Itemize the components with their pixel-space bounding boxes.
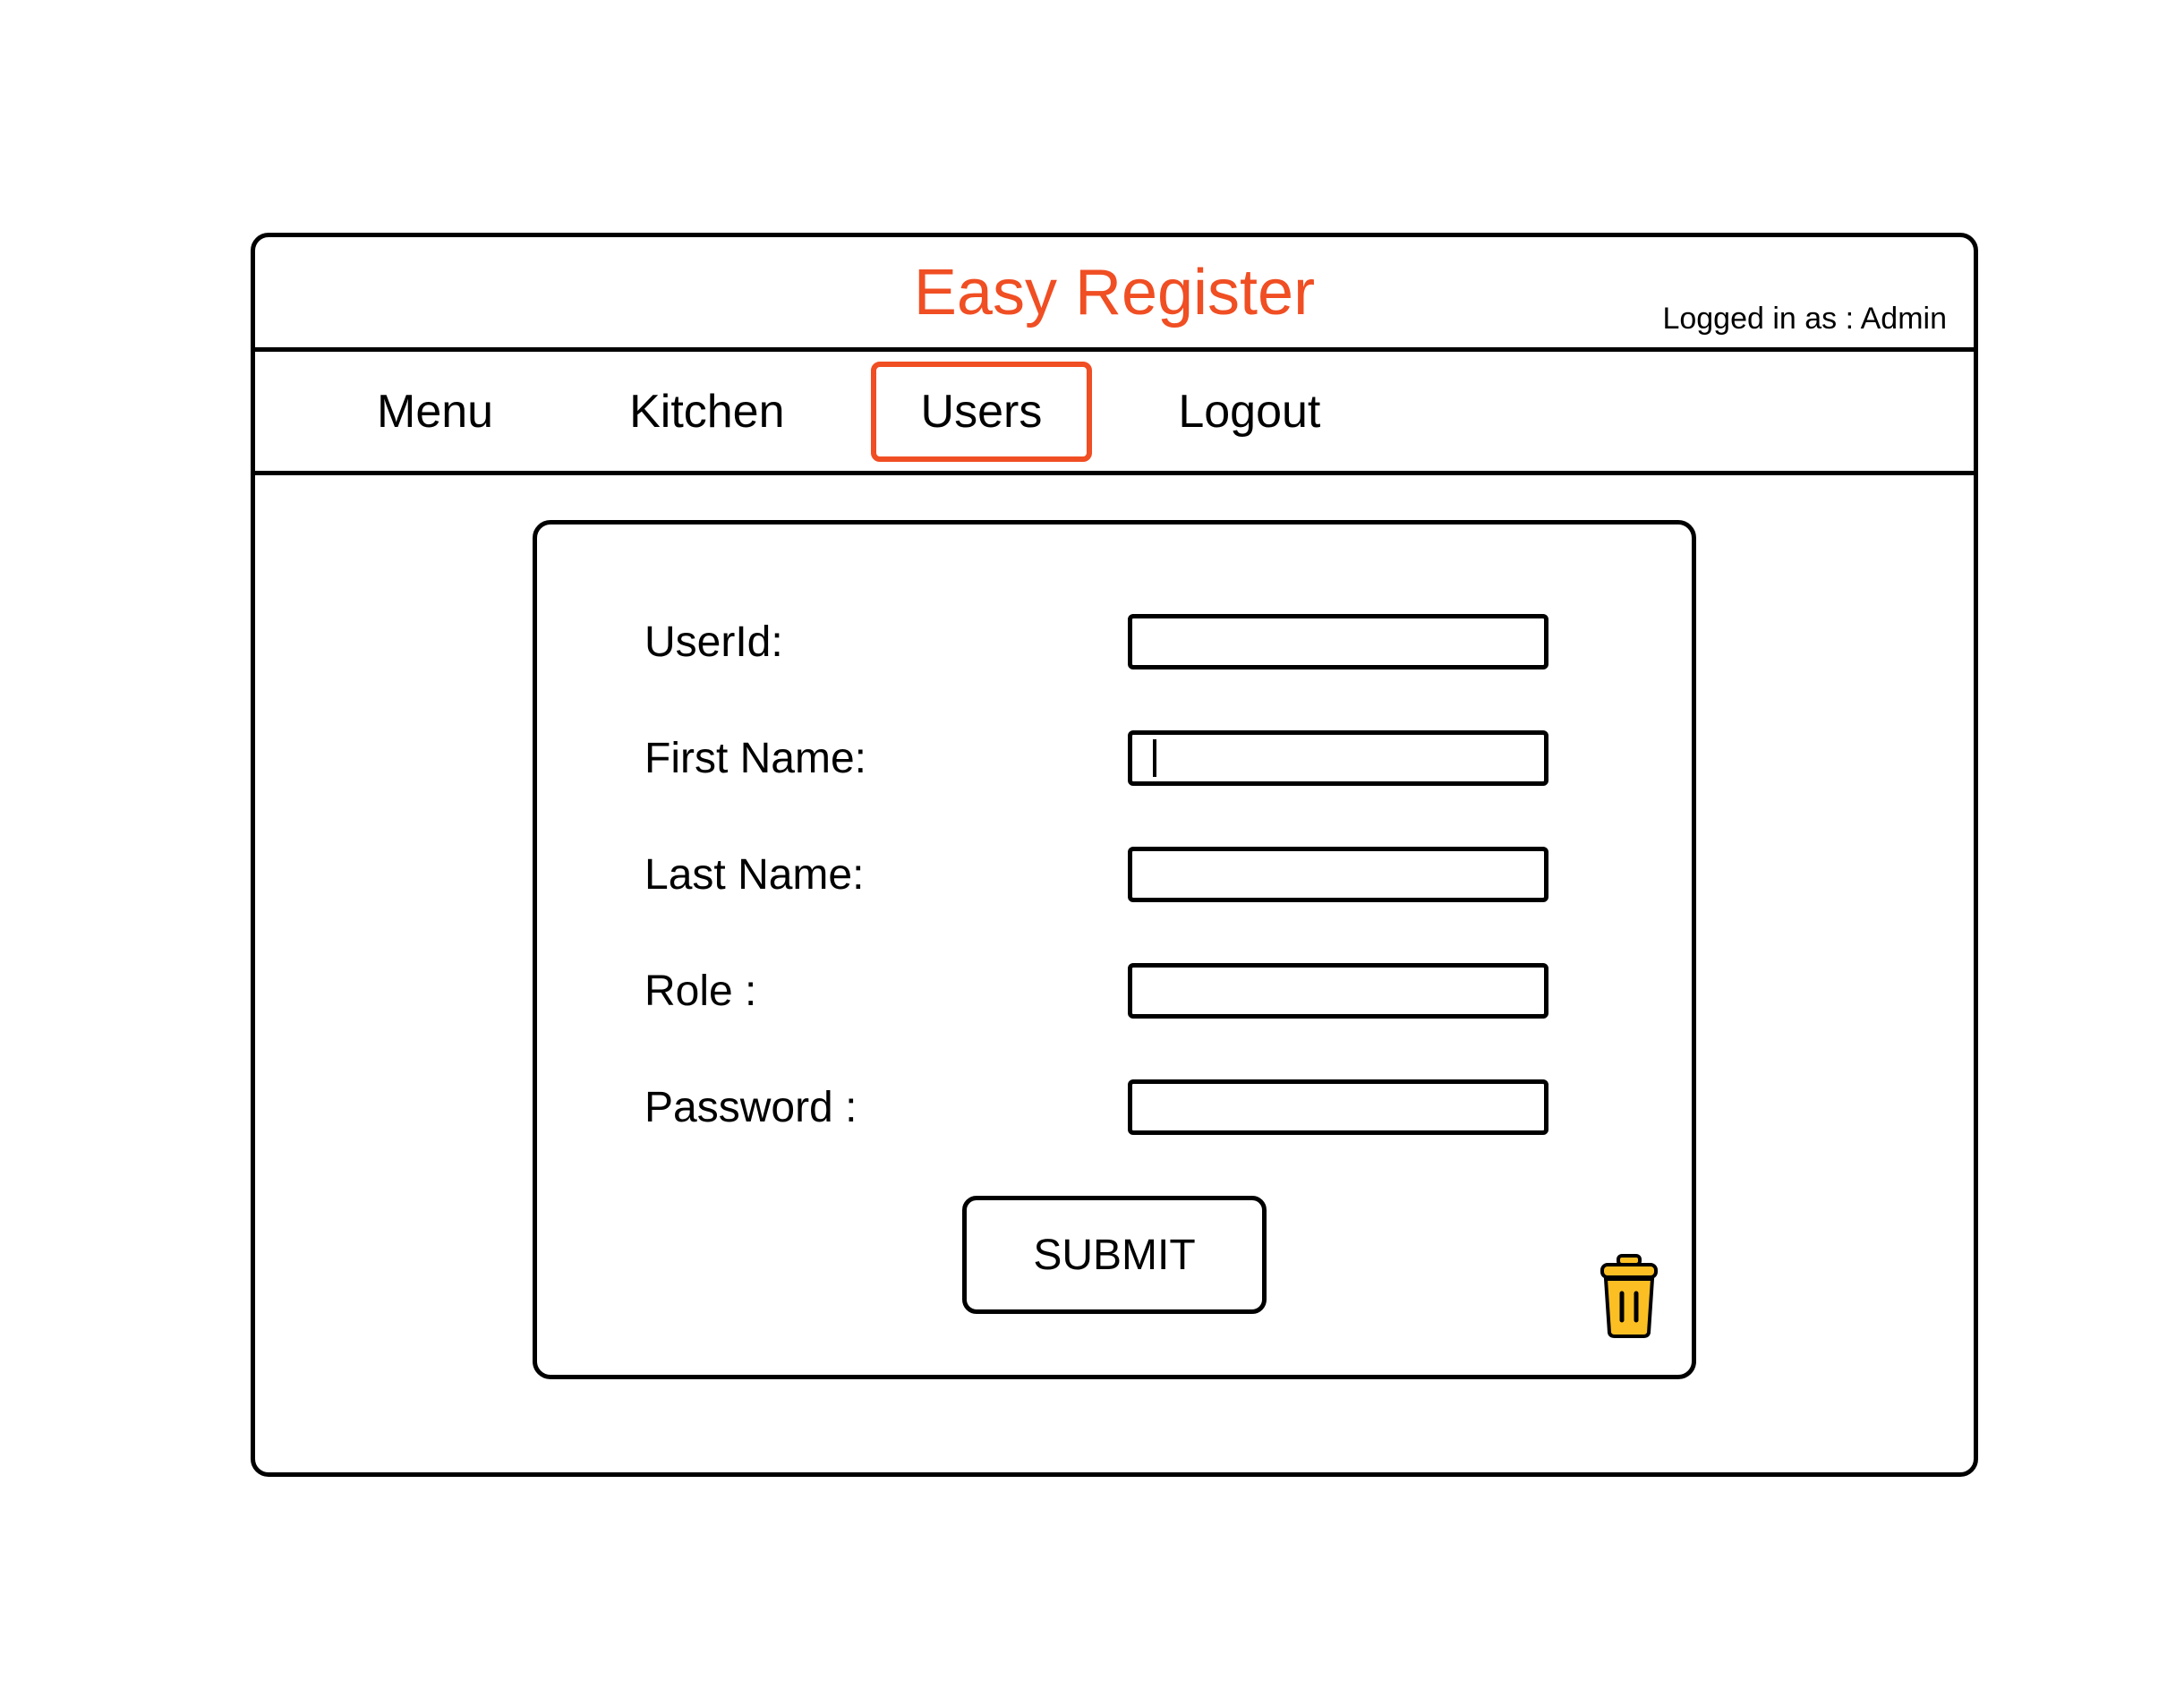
label-password: Password : xyxy=(644,1083,1128,1132)
form-row-role: Role : xyxy=(644,963,1584,1019)
logged-in-prefix: Logged in as : xyxy=(1662,302,1860,336)
nav-item-users[interactable]: Users xyxy=(871,362,1093,462)
text-cursor xyxy=(1153,739,1156,777)
label-lastname: Last Name: xyxy=(644,850,1128,900)
label-firstname: First Name: xyxy=(644,734,1128,783)
submit-button[interactable]: SUBMIT xyxy=(962,1196,1267,1314)
form-row-userid: UserId: xyxy=(644,614,1584,669)
label-role: Role : xyxy=(644,967,1128,1016)
content-area: UserId: First Name: Last Name: Role : Pa… xyxy=(255,475,1974,1424)
input-userid[interactable] xyxy=(1128,614,1548,669)
nav-item-logout[interactable]: Logout xyxy=(1128,362,1370,462)
nav-item-menu[interactable]: Menu xyxy=(327,362,543,462)
logged-in-as: Logged in as : Admin xyxy=(1662,302,1947,337)
logged-in-user: Admin xyxy=(1861,302,1947,336)
user-form-card: UserId: First Name: Last Name: Role : Pa… xyxy=(533,520,1696,1379)
input-lastname[interactable] xyxy=(1128,847,1548,902)
app-title: Easy Register xyxy=(914,256,1315,329)
form-row-password: Password : xyxy=(644,1079,1584,1135)
form-row-firstname: First Name: xyxy=(644,730,1584,786)
input-role[interactable] xyxy=(1128,963,1548,1019)
submit-row: SUBMIT xyxy=(644,1196,1584,1314)
nav-item-kitchen[interactable]: Kitchen xyxy=(579,362,834,462)
form-row-lastname: Last Name: xyxy=(644,847,1584,902)
input-password[interactable] xyxy=(1128,1079,1548,1135)
label-userid: UserId: xyxy=(644,618,1128,667)
input-firstname[interactable] xyxy=(1128,730,1548,786)
trash-icon[interactable] xyxy=(1593,1254,1665,1339)
nav-bar: Menu Kitchen Users Logout xyxy=(255,352,1974,475)
app-window: Easy Register Logged in as : Admin Menu … xyxy=(251,233,1978,1477)
header-bar: Easy Register Logged in as : Admin xyxy=(255,237,1974,352)
